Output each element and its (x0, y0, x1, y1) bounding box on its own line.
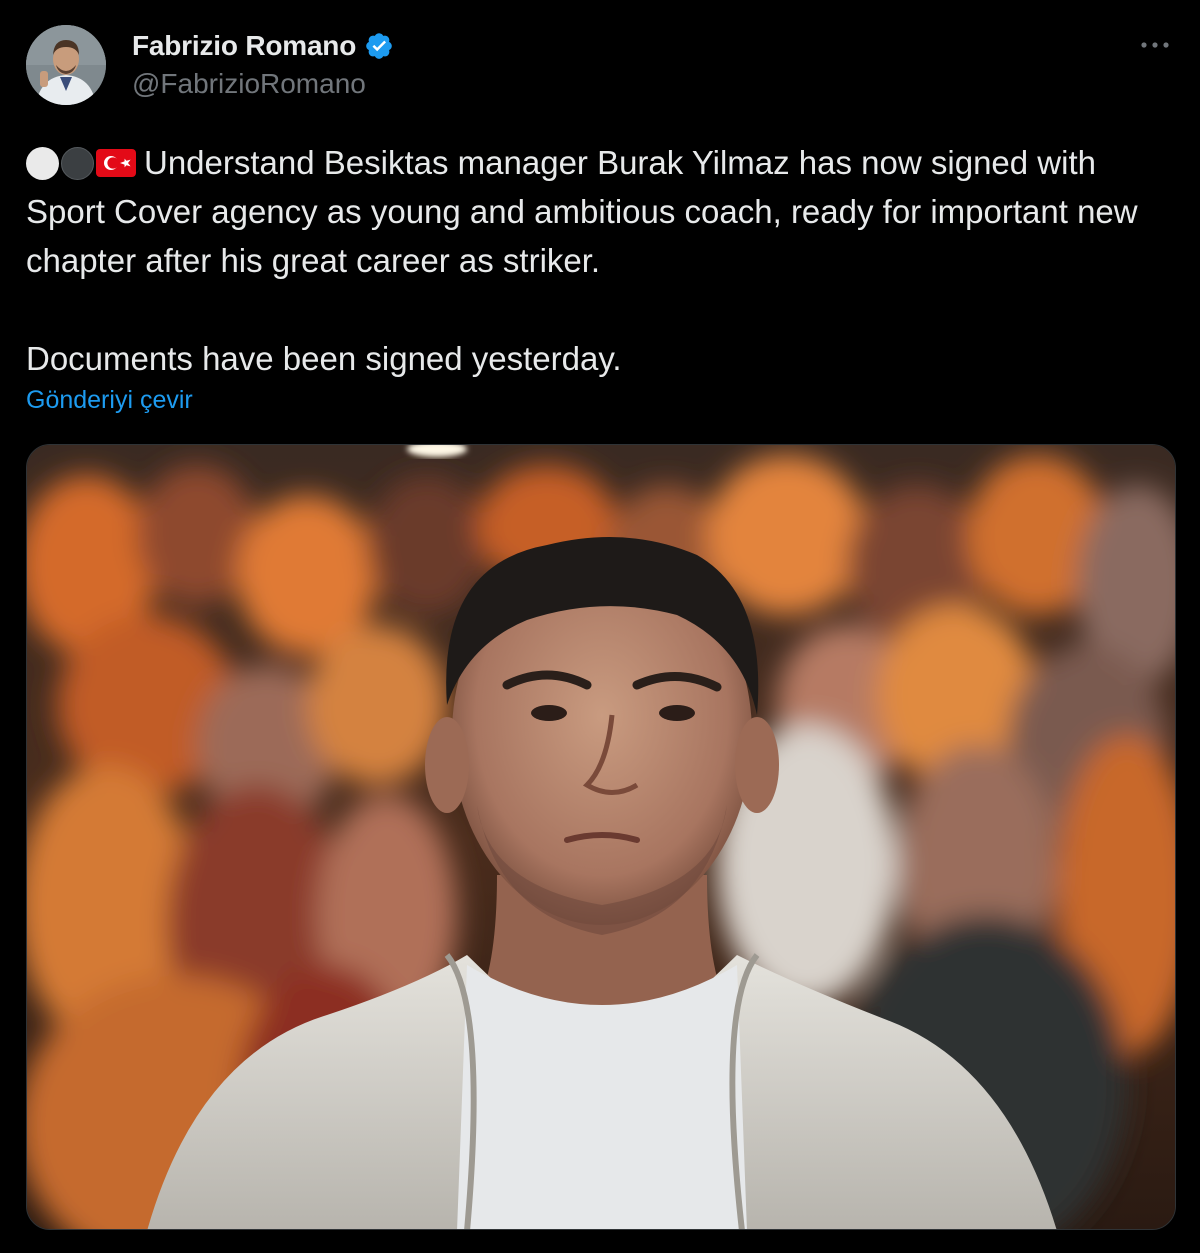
white-circle-icon (26, 147, 59, 180)
tweet-paragraph-2: Documents have been signed yesterday. (26, 340, 622, 377)
media-image (27, 445, 1175, 1229)
tweet-paragraph-1: Understand Besiktas manager Burak Yilmaz… (26, 138, 1176, 285)
more-options-icon[interactable] (1138, 30, 1172, 60)
author-name-row: Fabrizio Romano (132, 28, 394, 64)
author-name[interactable]: Fabrizio Romano (132, 30, 356, 62)
verified-badge-icon (364, 31, 394, 61)
author-handle[interactable]: @FabrizioRomano (132, 68, 366, 100)
turkey-flag-icon (96, 149, 136, 177)
author-avatar[interactable] (26, 25, 106, 105)
translate-post-link[interactable]: Gönderiyi çevir (26, 386, 193, 415)
tweet-media-photo[interactable] (26, 444, 1176, 1230)
avatar-image (26, 25, 106, 105)
tweet-paragraph-1-text: Understand Besiktas manager Burak Yilmaz… (26, 144, 1138, 279)
black-circle-icon (61, 147, 94, 180)
tweet-text: Understand Besiktas manager Burak Yilmaz… (26, 138, 1176, 383)
tweet-card[interactable]: Fabrizio Romano @FabrizioRomano Understa… (0, 0, 1200, 1253)
